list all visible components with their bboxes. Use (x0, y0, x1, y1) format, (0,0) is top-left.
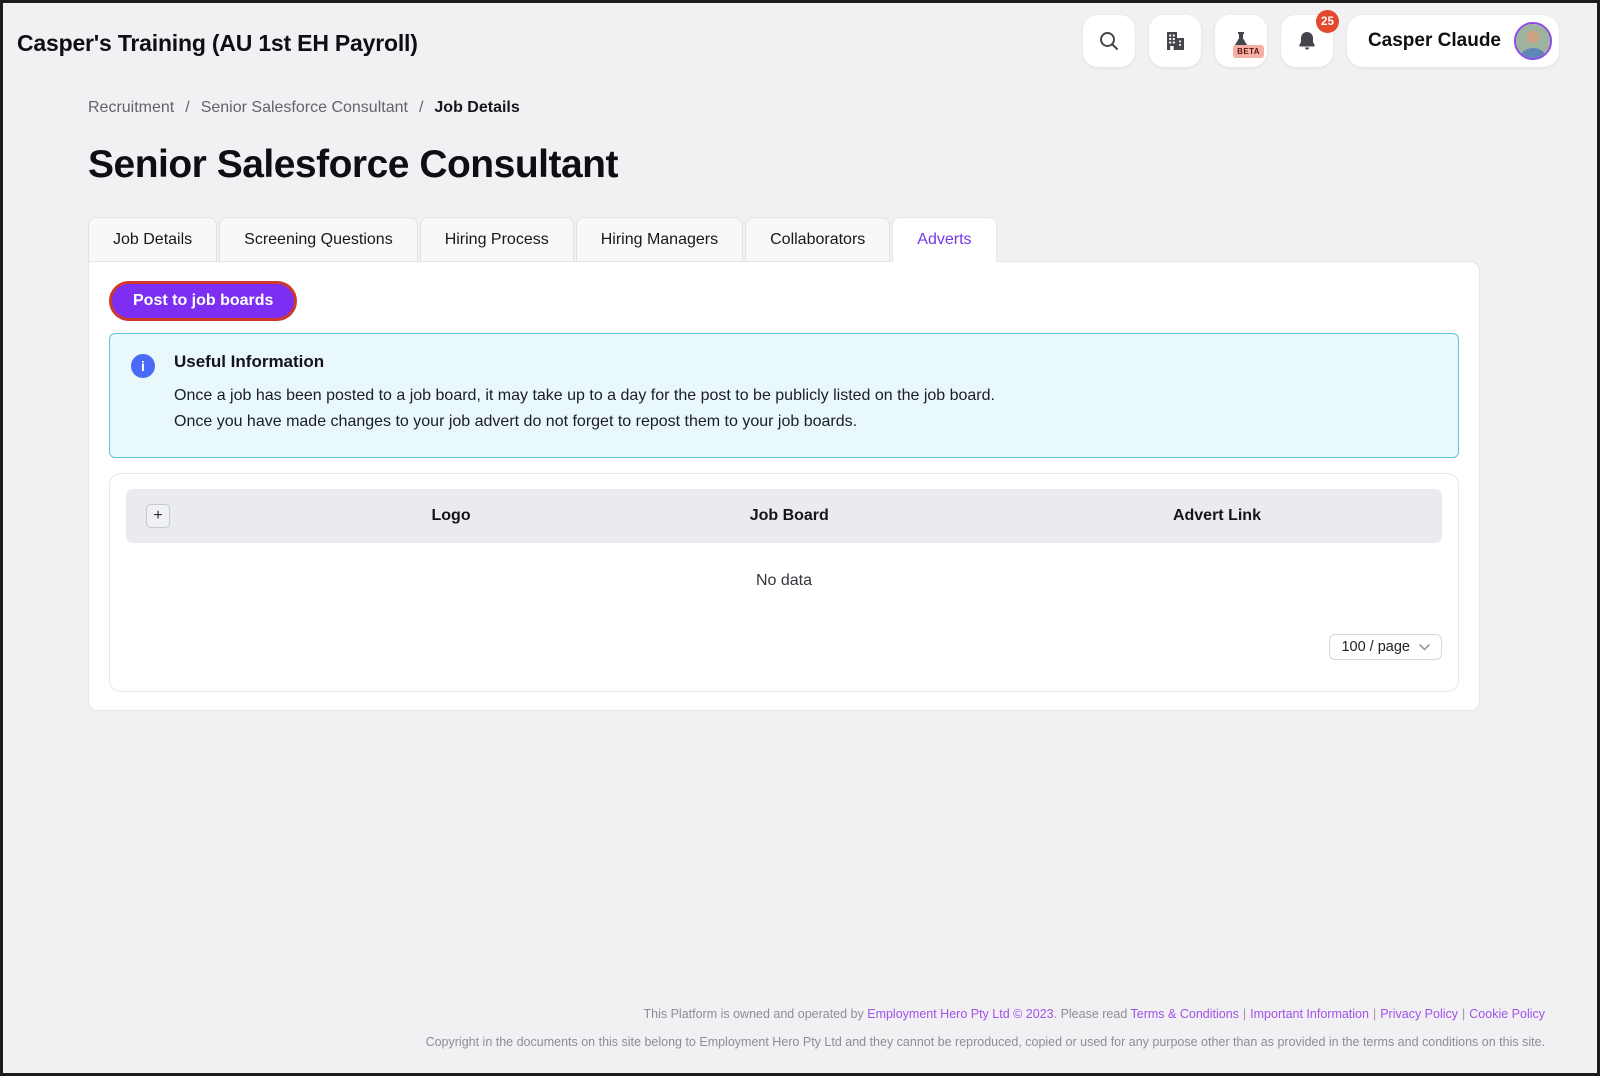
footer: This Platform is owned and operated by E… (3, 1007, 1597, 1049)
footer-separator: | (1373, 1007, 1376, 1021)
column-header-advert-link: Advert Link (1173, 507, 1261, 525)
footer-link-important-information[interactable]: Important Information (1250, 1007, 1369, 1021)
building-icon (1163, 29, 1187, 53)
tab-hiring-process[interactable]: Hiring Process (420, 217, 574, 261)
info-icon: i (131, 354, 155, 378)
page-title: Senior Salesforce Consultant (88, 143, 1480, 187)
tab-bar: Job Details Screening Questions Hiring P… (88, 217, 1480, 261)
footer-separator: | (1462, 1007, 1465, 1021)
beta-badge: BETA (1233, 45, 1264, 58)
info-title: Useful Information (174, 352, 1438, 372)
breadcrumb-job[interactable]: Senior Salesforce Consultant (201, 99, 408, 117)
user-name: Casper Claude (1368, 30, 1501, 52)
expand-all-button[interactable]: + (146, 504, 170, 528)
top-actions: BETA 25 Casper Claude (1083, 15, 1559, 67)
footer-link-privacy-policy[interactable]: Privacy Policy (1380, 1007, 1458, 1021)
footer-separator: | (1243, 1007, 1246, 1021)
column-header-logo: Logo (432, 507, 471, 525)
beta-features-button[interactable]: BETA (1215, 15, 1267, 67)
info-line-1: Once a job has been posted to a job boar… (174, 383, 1438, 409)
breadcrumb-separator: / (419, 99, 423, 117)
organisation-button[interactable] (1149, 15, 1201, 67)
tab-adverts[interactable]: Adverts (892, 217, 996, 262)
footer-mid-text: . Please read (1054, 1007, 1131, 1021)
post-to-job-boards-button[interactable]: Post to job boards (109, 281, 297, 321)
notifications-button[interactable]: 25 (1281, 15, 1333, 67)
footer-line-1: This Platform is owned and operated by E… (3, 1007, 1545, 1021)
user-menu-button[interactable]: Casper Claude (1347, 15, 1559, 67)
breadcrumb: Recruitment / Senior Salesforce Consulta… (88, 99, 1480, 117)
tab-screening-questions[interactable]: Screening Questions (219, 217, 418, 261)
adverts-table-card: + Logo Job Board Advert Link No data 100… (109, 473, 1459, 692)
footer-pre-text: This Platform is owned and operated by (644, 1007, 868, 1021)
org-title: Casper's Training (AU 1st EH Payroll) (17, 30, 418, 57)
main-content: Recruitment / Senior Salesforce Consulta… (3, 99, 1597, 711)
info-line-2: Once you have made changes to your job a… (174, 409, 1438, 435)
adverts-table-header: + Logo Job Board Advert Link (126, 489, 1442, 543)
tab-job-details[interactable]: Job Details (88, 217, 217, 261)
page-size-value: 100 / page (1341, 639, 1410, 655)
page-size-select[interactable]: 100 / page (1329, 634, 1442, 660)
footer-line-2: Copyright in the documents on this site … (3, 1035, 1545, 1049)
app-window: Casper's Training (AU 1st EH Payroll) (0, 0, 1600, 1076)
tab-collaborators[interactable]: Collaborators (745, 217, 890, 261)
chevron-down-icon (1419, 639, 1430, 655)
search-button[interactable] (1083, 15, 1135, 67)
top-bar: Casper's Training (AU 1st EH Payroll) (3, 3, 1597, 67)
breadcrumb-recruitment[interactable]: Recruitment (88, 99, 174, 117)
footer-owner-text: Employment Hero Pty Ltd © 2023 (867, 1007, 1053, 1021)
notification-count-badge: 25 (1316, 10, 1339, 33)
pagination: 100 / page (126, 634, 1442, 660)
footer-link-cookie-policy[interactable]: Cookie Policy (1469, 1007, 1545, 1021)
tab-hiring-managers[interactable]: Hiring Managers (576, 217, 743, 261)
column-header-job-board: Job Board (750, 507, 829, 525)
useful-information-callout: i Useful Information Once a job has been… (109, 333, 1459, 458)
bell-icon (1295, 29, 1319, 53)
search-icon (1098, 30, 1120, 52)
footer-link-terms[interactable]: Terms & Conditions (1131, 1007, 1239, 1021)
adverts-panel: Post to job boards i Useful Information … (88, 261, 1480, 711)
empty-state-text: No data (126, 543, 1442, 590)
avatar (1514, 22, 1552, 60)
breadcrumb-separator: / (185, 99, 189, 117)
breadcrumb-current: Job Details (434, 99, 519, 117)
